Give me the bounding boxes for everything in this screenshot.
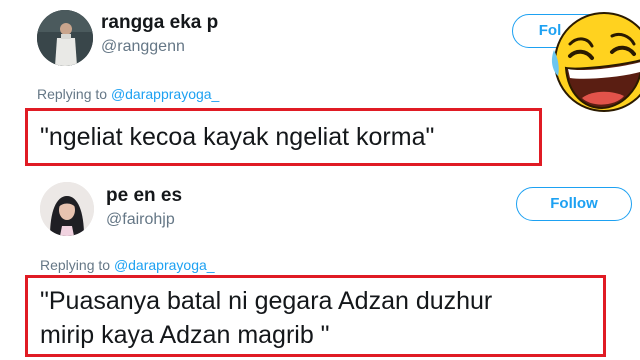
user-handle[interactable]: @fairohjp (106, 211, 175, 229)
display-name[interactable]: rangga eka p (101, 12, 218, 34)
tweet-card: pe en es @fairohjp Follow Replying to @d… (0, 178, 640, 360)
display-name[interactable]: pe en es (106, 185, 182, 207)
tweet-card: rangga eka p @ranggenn Fol Replying to @… (0, 0, 640, 178)
mention-link[interactable]: @darapprayoga_ (111, 86, 219, 102)
replying-prefix: Replying to (37, 86, 111, 102)
tweet-text: "Puasanya batal ni gegara Adzan duzhur m… (40, 284, 492, 352)
tweet-text-line: "Puasanya batal ni gegara Adzan duzhur (40, 287, 493, 315)
avatar[interactable] (37, 10, 93, 66)
highlighted-tweet-text: "Puasanya batal ni gegara Adzan duzhur m… (25, 275, 606, 357)
user-handle[interactable]: @ranggenn (101, 38, 185, 56)
laughing-emoji-icon (548, 6, 640, 114)
replying-to: Replying to @daraprayoga_ (40, 257, 215, 273)
highlighted-tweet-text: "ngeliat kecoa kayak ngeliat korma" (25, 108, 542, 166)
tweet-text: "ngeliat kecoa kayak ngeliat korma" (40, 123, 435, 151)
replying-prefix: Replying to (40, 257, 114, 273)
follow-button[interactable]: Follow (516, 187, 632, 221)
avatar[interactable] (40, 182, 94, 236)
mention-link[interactable]: @daraprayoga_ (114, 257, 215, 273)
tweet-text-line: mirip kaya Adzan magrib " (40, 321, 330, 349)
replying-to: Replying to @darapprayoga_ (37, 86, 219, 102)
